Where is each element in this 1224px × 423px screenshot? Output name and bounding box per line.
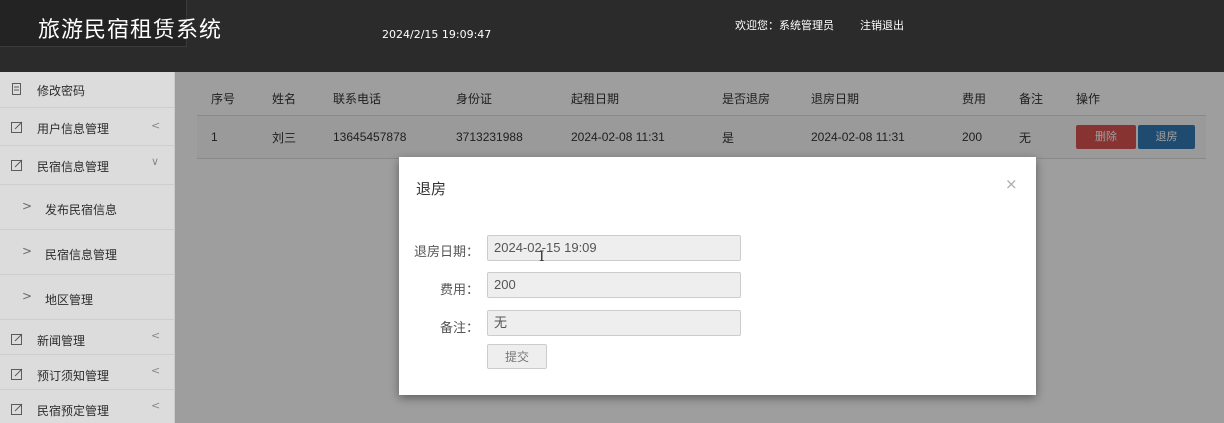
app-title: 旅游民宿租赁系统 [38,18,223,43]
note-input[interactable]: 无 [487,310,741,336]
welcome-text: 欢迎您：系统管理员 [735,19,834,32]
sidebar-dim [0,72,175,423]
fee-input[interactable]: 200 [487,272,741,298]
close-icon[interactable]: × [1005,175,1018,193]
checkout-modal: 退房 × 退房日期： 2024-02-15 19:09 I 费用： 200 备注… [399,157,1036,395]
note-label: 备注： [439,321,479,336]
modal-title: 退房 [416,180,447,198]
top-header: 旅游民宿租赁系统 2024/2/15 19:09:47 欢迎您：系统管理员 注销… [0,0,1224,72]
checkout-date-label: 退房日期： [413,245,479,260]
fee-label: 费用： [439,283,479,298]
submit-button[interactable]: 提交 [487,344,547,369]
current-datetime: 2024/2/15 19:09:47 [382,28,492,41]
logout-link[interactable]: 注销退出 [860,17,904,33]
text-cursor-icon: I [539,249,545,265]
checkout-date-input[interactable]: 2024-02-15 19:09 [487,235,741,261]
